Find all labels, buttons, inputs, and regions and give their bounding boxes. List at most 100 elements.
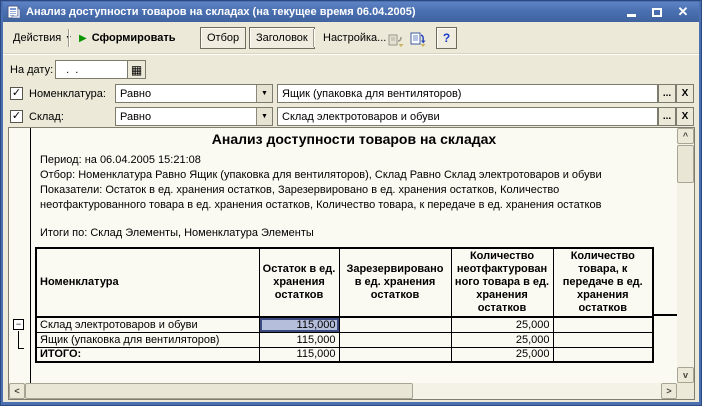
scroll-up-button[interactable]: ^ <box>677 128 694 144</box>
column-header-uninvoiced[interactable]: Количество неотфактурованного товара в е… <box>451 248 553 317</box>
checkmark-icon: ✓ <box>12 88 21 98</box>
save-settings-icon <box>410 31 427 48</box>
value-input-warehouse[interactable]: Склад электротоваров и обуви <box>277 107 658 126</box>
h-scroll-thumb[interactable] <box>25 383 413 399</box>
h-scrollbar[interactable]: < > <box>9 383 677 399</box>
scroll-right-button[interactable]: > <box>661 383 677 399</box>
toolbar-separator <box>68 29 70 47</box>
app-window: Анализ доступности товаров на складах (н… <box>0 0 702 406</box>
play-icon: ▶ <box>79 33 87 44</box>
cell[interactable] <box>339 317 451 332</box>
cell[interactable]: 115,000 <box>259 332 339 347</box>
value-input-nomenclature[interactable]: Ящик (упаковка для вентиляторов) <box>277 84 658 103</box>
v-scrollbar[interactable]: ^ v <box>677 128 694 383</box>
report-totals: Итоги по: Склад Элементы, Номенклатура Э… <box>40 226 314 241</box>
help-button[interactable]: ? <box>436 27 457 49</box>
clear-button[interactable]: X <box>676 107 694 126</box>
condition-value: Равно <box>116 111 256 123</box>
report-title: Анализ доступности товаров на складах <box>31 131 677 147</box>
ellipsis-label: ... <box>663 88 671 99</box>
toolbar-divider <box>3 53 699 55</box>
table-header-row: Номенклатура Остаток в ед. хранения оста… <box>36 248 653 317</box>
ellipsis-button[interactable]: ... <box>658 84 676 103</box>
date-label: На дату: <box>10 64 53 76</box>
actions-label: Действия <box>13 32 61 44</box>
header-rule-extension <box>654 314 677 316</box>
cell[interactable] <box>553 317 653 332</box>
generate-label: Сформировать <box>92 32 176 44</box>
generate-button[interactable]: ▶ Сформировать <box>73 27 182 49</box>
ellipsis-label: ... <box>663 111 671 122</box>
calendar-button[interactable]: ▦ <box>127 60 146 79</box>
row-name-cell[interactable]: Ящик (упаковка для вентиляторов) <box>36 332 259 347</box>
calendar-icon: ▦ <box>131 63 142 77</box>
cell[interactable] <box>553 332 653 347</box>
close-button[interactable]: ✕ <box>675 4 691 20</box>
cell[interactable] <box>339 332 451 347</box>
report-table: Номенклатура Остаток в ед. хранения оста… <box>35 247 654 363</box>
report-icon <box>7 5 21 19</box>
grouping-gutter-line <box>30 128 31 383</box>
tree-branch-tick <box>18 348 24 349</box>
column-header-nomenclature[interactable]: Номенклатура <box>36 248 259 317</box>
minimize-button[interactable] <box>623 4 639 20</box>
scrollbar-corner <box>677 383 694 399</box>
date-value: . . <box>60 64 78 76</box>
header-button[interactable]: Заголовок <box>249 27 315 49</box>
scroll-down-button[interactable]: v <box>677 367 694 383</box>
cell[interactable]: 25,000 <box>451 332 553 347</box>
cell[interactable] <box>553 347 653 362</box>
restore-settings-icon <box>388 31 405 48</box>
save-settings-button[interactable] <box>408 28 429 50</box>
condition-select-nomenclature[interactable]: Равно ▼ <box>115 84 273 103</box>
table-row-warehouse: Склад электротоваров и обуви 115,000 25,… <box>36 317 653 332</box>
clear-button[interactable]: X <box>676 84 694 103</box>
row-name-cell[interactable]: ИТОГО: <box>36 347 259 362</box>
report-indicators: Показатели: Остаток в ед. хранения остат… <box>40 183 650 213</box>
chevron-down-icon[interactable]: ▼ <box>256 108 272 125</box>
column-header-balance[interactable]: Остаток в ед. хранения остатков <box>259 248 339 317</box>
value-text: Склад электротоваров и обуви <box>282 111 440 123</box>
titlebar[interactable]: Анализ доступности товаров на складах (н… <box>3 2 699 22</box>
filter-checkbox-warehouse[interactable]: ✓ <box>10 110 23 123</box>
column-header-reserved[interactable]: Зарезервировано в ед. хранения остатков <box>339 248 451 317</box>
value-text: Ящик (упаковка для вентиляторов) <box>282 88 461 100</box>
cell[interactable]: 115,000 <box>259 347 339 362</box>
tree-branch-line <box>18 331 19 349</box>
v-scroll-thumb[interactable] <box>677 145 694 183</box>
condition-select-warehouse[interactable]: Равно ▼ <box>115 107 273 126</box>
scroll-left-button[interactable]: < <box>9 383 25 399</box>
settings-button-label: Настройка... <box>323 32 386 44</box>
table-row-item: Ящик (упаковка для вентиляторов) 115,000… <box>36 332 653 347</box>
date-input[interactable]: . . <box>55 60 128 79</box>
cell[interactable]: 25,000 <box>451 317 553 332</box>
filter-button[interactable]: Отбор <box>200 27 246 49</box>
help-icon: ? <box>443 31 450 45</box>
row-name-cell[interactable]: Склад электротоваров и обуви <box>36 317 259 332</box>
cell[interactable] <box>339 347 451 362</box>
header-button-label: Заголовок <box>256 32 308 44</box>
maximize-button[interactable] <box>649 4 665 20</box>
window-title: Анализ доступности товаров на складах (н… <box>26 6 416 18</box>
report-period: Период: на 06.04.2005 15:21:08 <box>40 153 201 168</box>
filter-label-nomenclature: Номенклатура: <box>29 88 106 100</box>
chevron-down-icon[interactable]: ▼ <box>256 85 272 102</box>
filter-label-warehouse: Склад: <box>29 111 64 123</box>
checkmark-icon: ✓ <box>12 111 21 121</box>
table-row-total: ИТОГО: 115,000 25,000 <box>36 347 653 362</box>
condition-value: Равно <box>116 88 256 100</box>
settings-button[interactable]: Настройка... <box>317 27 392 49</box>
filter-checkbox-nomenclature[interactable]: ✓ <box>10 87 23 100</box>
report-filter-line: Отбор: Номенклатура Равно Ящик (упаковка… <box>40 168 602 183</box>
tree-collapse-toggle[interactable]: − <box>13 319 24 330</box>
cell[interactable]: 25,000 <box>451 347 553 362</box>
clear-icon: X <box>682 111 689 122</box>
clear-icon: X <box>682 88 689 99</box>
column-header-transfer[interactable]: Количество товара, к передаче в ед. хран… <box>553 248 653 317</box>
toolbar-separator <box>313 29 315 47</box>
minus-icon: − <box>16 319 21 329</box>
ellipsis-button[interactable]: ... <box>658 107 676 126</box>
restore-settings-button[interactable] <box>386 28 407 50</box>
filter-button-label: Отбор <box>207 32 239 44</box>
selected-cell[interactable]: 115,000 <box>259 317 339 332</box>
